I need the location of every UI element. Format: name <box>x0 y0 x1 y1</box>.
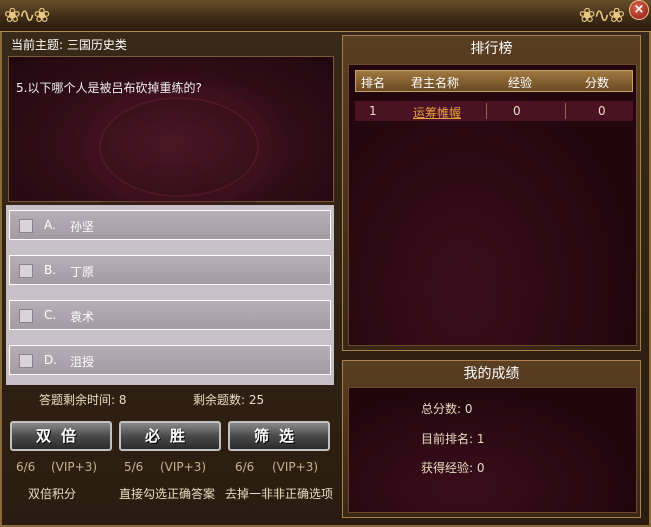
option-checkbox[interactable] <box>19 309 33 323</box>
option-checkbox[interactable] <box>19 354 33 368</box>
option-a[interactable]: A. 孙坚 <box>9 210 331 240</box>
questions-remaining: 剩余题数: 25 <box>193 393 265 407</box>
table-row[interactable]: 1 运筹帷幄 0 0 <box>355 101 633 121</box>
my-result-title: 我的成绩 <box>463 366 520 382</box>
close-button[interactable]: × <box>629 0 649 20</box>
option-letter: D. <box>44 353 58 367</box>
column-divider <box>565 103 566 119</box>
row-name[interactable]: 运筹帷幄 <box>413 104 461 121</box>
win-count: 5/6 <box>124 460 144 474</box>
double-vip: (VIP+3) <box>51 460 98 474</box>
header-rank: 排名 <box>361 76 386 90</box>
sure-win-button[interactable]: 必胜 <box>119 421 221 451</box>
header-score: 分数 <box>585 76 610 90</box>
option-text: 孙坚 <box>70 220 95 234</box>
exp-gained: 获得经验: 0 <box>421 461 485 475</box>
cloud-ornament-icon: ❀∿❀ <box>578 3 625 27</box>
row-rank: 1 <box>369 104 377 118</box>
question-text: 5.以下哪个人是被吕布砍掉重练的? <box>16 81 202 95</box>
leaderboard-panel: 排行榜 排名 君主名称 经验 分数 1 运筹帷幄 0 0 <box>342 35 641 351</box>
filter-button[interactable]: 筛选 <box>228 421 330 451</box>
win-desc: 直接勾选正确答案 <box>119 487 216 501</box>
option-b[interactable]: B. 丁原 <box>9 255 331 285</box>
option-text: 丁原 <box>70 265 95 279</box>
option-checkbox[interactable] <box>19 219 33 233</box>
row-exp: 0 <box>513 104 521 118</box>
filter-count: 6/6 <box>235 460 255 474</box>
double-desc: 双倍积分 <box>28 487 77 501</box>
column-divider <box>486 103 487 119</box>
option-letter: C. <box>44 308 57 322</box>
option-d[interactable]: D. 沮授 <box>9 345 331 375</box>
option-letter: A. <box>44 218 56 232</box>
option-letter: B. <box>44 263 57 277</box>
double-count: 6/6 <box>16 460 36 474</box>
option-checkbox[interactable] <box>19 264 33 278</box>
cloud-ornament-icon: ❀∿❀ <box>4 3 50 27</box>
option-text: 袁术 <box>70 310 95 324</box>
my-result-panel: 我的成绩 总分数: 0 目前排名: 1 获得经验: 0 <box>342 360 641 518</box>
win-vip: (VIP+3) <box>160 460 207 474</box>
filter-desc: 去掉一非非正确选项 <box>225 487 334 501</box>
option-c[interactable]: C. 袁术 <box>9 300 331 330</box>
total-score: 总分数: 0 <box>421 402 473 416</box>
current-rank: 目前排名: 1 <box>421 432 485 446</box>
double-button[interactable]: 双倍 <box>10 421 112 451</box>
leaderboard-title: 排行榜 <box>470 41 513 57</box>
row-score: 0 <box>598 104 606 118</box>
decorative-pattern <box>99 97 259 197</box>
leaderboard-header: 排名 君主名称 经验 分数 <box>355 70 633 92</box>
header-exp: 经验 <box>508 76 533 90</box>
option-text: 沮授 <box>70 355 95 369</box>
leaderboard-body: 排名 君主名称 经验 分数 1 运筹帷幄 0 0 <box>348 64 637 346</box>
my-result-body: 总分数: 0 目前排名: 1 获得经验: 0 <box>348 387 637 513</box>
filter-vip: (VIP+3) <box>272 460 319 474</box>
header-name: 君主名称 <box>411 76 460 90</box>
current-topic: 当前主题: 三国历史类 <box>11 38 127 52</box>
time-remaining: 答题剩余时间: 8 <box>39 393 127 407</box>
window-titlebar: ❀∿❀ ❀∿❀ × <box>0 0 651 32</box>
question-box: 5.以下哪个人是被吕布砍掉重练的? <box>8 56 334 202</box>
answer-options: A. 孙坚 B. 丁原 C. 袁术 D. 沮授 <box>6 205 334 385</box>
